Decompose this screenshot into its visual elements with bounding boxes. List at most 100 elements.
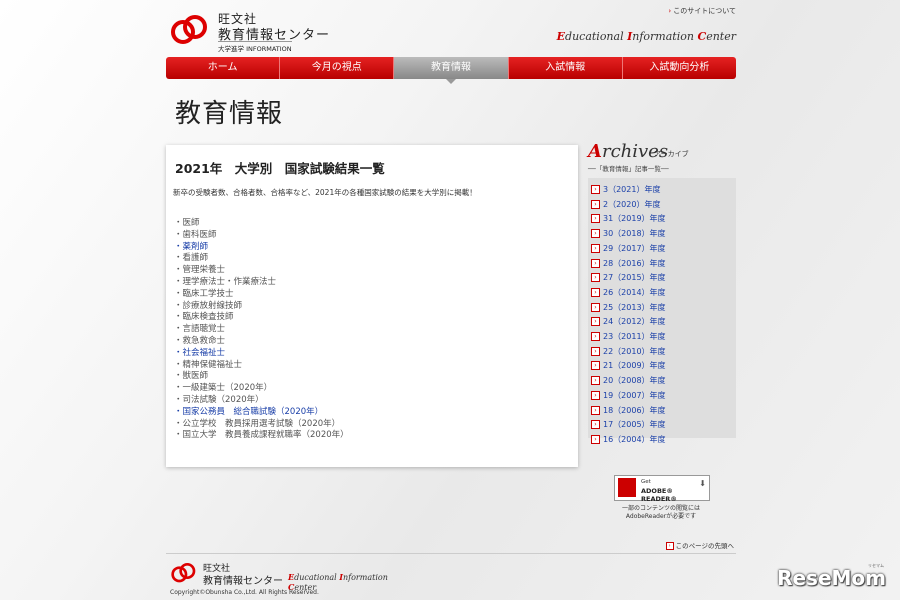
exam-list: ・医師 ・歯科医師 ・薬剤師 ・看護師 ・管理栄養士 ・理学療法士・作業療法士 ・臨床工学技… [174, 218, 349, 442]
exam-list-item: ・診療放射線技師 [174, 300, 243, 311]
footer-logo: 旺文社 教育情報センター Educational Information Cen… [170, 561, 410, 592]
archive-year-label: 24（2012）年度 [603, 317, 666, 327]
archive-year-label: 28（2016）年度 [603, 258, 666, 268]
arrow-right-icon: › [591, 185, 600, 194]
resemom-watermark: ReseMom [777, 566, 886, 590]
archive-year-label: 26（2014）年度 [603, 287, 666, 297]
archive-year-link[interactable]: › 17（2005）年度 [591, 418, 666, 433]
obunsha-logo[interactable]: 旺文社 教育情報センター 大学進学 INFORMATION [170, 10, 330, 53]
archive-year-link[interactable]: › 29（2017）年度 [591, 242, 666, 257]
arrow-right-icon: › [591, 229, 600, 239]
arrow-right-icon: › [591, 199, 600, 209]
archive-year-label: 29（2017）年度 [603, 243, 666, 253]
archive-year-link[interactable]: › 28（2016）年度 [591, 257, 666, 272]
exam-list-item: ・理学療法士・作業療法士 [174, 276, 277, 287]
archive-year-label: 27（2015）年度 [603, 273, 666, 283]
arrow-right-icon: › [591, 332, 600, 342]
article-description: 新卒の受験者数、合格者数、合格率など、2021年の各種国家試験の結果を大学別に掲… [173, 188, 477, 197]
archives-title-jp: アーカイブ [654, 150, 689, 158]
archive-year-link[interactable]: › 27（2015）年度 [591, 271, 666, 286]
archive-year-label: 21（2009）年度 [603, 361, 666, 371]
exam-list-item: ・獣医師 [174, 371, 209, 382]
exam-list-item[interactable]: ・薬剤師 [174, 242, 349, 254]
archive-year-label: 20（2008）年度 [603, 376, 666, 386]
arrow-right-icon: › [591, 405, 600, 415]
archive-year-link[interactable]: › 25（2013）年度 [591, 301, 666, 316]
page-title: 教育情報 [175, 99, 284, 129]
archive-year-label: 31（2019）年度 [603, 214, 666, 224]
arrow-right-icon: › [591, 302, 600, 312]
arrow-right-icon: › [591, 287, 600, 297]
footer-logo-text2: 教育情報センター [203, 576, 283, 587]
arrow-right-icon: › [591, 346, 600, 356]
archive-year-label: 3（2021）年度 [603, 185, 661, 194]
adobe-reader-label: ADOBE® READER® [641, 487, 677, 503]
arrow-right-icon: › [591, 273, 600, 283]
exam-list-item: ・臨床検査技師 [174, 312, 234, 323]
footer-divider [166, 553, 736, 554]
nav-monthly-view[interactable]: 今月の視点 [280, 57, 395, 79]
arrow-right-icon: › [591, 390, 600, 400]
archive-year-link[interactable]: › 20（2008）年度 [591, 374, 666, 389]
exam-list-item: ・国立大学 教員養成課程就職率（2020年） [174, 430, 349, 441]
exam-list-item[interactable]: ・国家公務員 総合職試験（2020年） [174, 407, 349, 419]
archive-year-link[interactable]: › 21（2009）年度 [591, 359, 666, 374]
exam-list-item: ・公立学校 教員採用選考試験（2020年） [174, 418, 341, 429]
archives-panel: › 3（2021）年度 › 2（2020）年度 › 31（2019）年度 › 30（2018）… [588, 178, 736, 444]
archive-year-link[interactable]: › 31（2019）年度 [591, 212, 666, 227]
adobe-reader-button[interactable]: Get ADOBE® READER® ⬇ [614, 475, 710, 503]
archive-year-label: 23（2011）年度 [603, 332, 666, 342]
nav-exam-info[interactable]: 入試情報 [509, 57, 623, 79]
about-site-label: このサイトについて [673, 7, 736, 15]
arrow-right-icon: › [591, 361, 600, 371]
exam-list-item: ・臨床工学技士 [174, 288, 234, 299]
arrow-right-icon: › [591, 258, 600, 268]
exam-list-item[interactable]: ・社会福祉士 [174, 348, 349, 360]
archive-year-link[interactable]: › 22（2010）年度 [591, 345, 666, 360]
adobe-get-label: Get [641, 479, 651, 485]
exam-list-item: ・精神保健福祉士 [174, 359, 243, 370]
adobe-icon [618, 478, 636, 497]
archives-list: › 3（2021）年度 › 2（2020）年度 › 31（2019）年度 › 30（2018）… [591, 183, 666, 448]
arrow-right-icon: › [591, 376, 600, 386]
copyright: Copyright©Obunsha Co.,Ltd. All Rights Re… [170, 589, 319, 596]
archive-year-link[interactable]: › 23（2011）年度 [591, 330, 666, 345]
download-icon: ⬇ [699, 479, 706, 488]
obunsha-logo-icon [171, 15, 207, 44]
archive-year-link[interactable]: › 19（2007）年度 [591, 389, 666, 404]
eic-wordmark: Educational Information Center [556, 30, 736, 43]
exam-list-item: ・救急救命士 [174, 335, 226, 346]
nav-education-info[interactable]: 教育情報 [394, 57, 509, 84]
archive-year-label: 18（2006）年度 [603, 405, 666, 415]
archive-year-label: 30（2018）年度 [603, 229, 666, 239]
archives-header: Archives アーカイブ ──「教育情報」記事一覧── [588, 141, 689, 173]
nav-home[interactable]: ホーム [166, 57, 281, 79]
archive-year-link[interactable]: › 30（2018）年度 [591, 227, 666, 242]
page-top-label: このページの先頭へ [675, 542, 734, 550]
archive-year-label: 22（2010）年度 [603, 346, 666, 356]
exam-list-item: ・司法試験（2020年） [174, 394, 264, 405]
arrow-right-icon: › [665, 542, 674, 550]
exam-list-item: ・看護師 [174, 253, 209, 264]
nav-exam-trend[interactable]: 入試動向分析 [623, 57, 736, 79]
exam-list-item: ・管理栄養士 [174, 265, 226, 276]
logo-text-info: 大学進学 INFORMATION [218, 41, 292, 53]
archive-year-link[interactable]: › 18（2006）年度 [591, 404, 666, 419]
exam-list-item: ・一級建築士（2020年） [174, 383, 273, 394]
footer-logo-icon [171, 563, 196, 583]
archive-year-link[interactable]: › 16（2004）年度 [591, 433, 666, 448]
archive-year-label: 25（2013）年度 [603, 302, 666, 312]
archive-year-label: 16（2004）年度 [603, 434, 666, 444]
archive-year-label: 17（2005）年度 [603, 420, 666, 430]
adobe-note-line2: AdobeReaderが必要です [625, 513, 697, 520]
archive-year-link[interactable]: › 2（2020）年度 [591, 198, 666, 213]
about-site-link[interactable]: › このサイトについて [668, 6, 736, 16]
archive-year-link[interactable]: › 24（2012）年度 [591, 315, 666, 330]
arrow-right-icon: › [591, 420, 600, 430]
arrow-right-icon: › [591, 214, 600, 224]
archive-year-link[interactable]: › 3（2021）年度 [591, 183, 666, 198]
archive-year-link[interactable]: › 26（2014）年度 [591, 286, 666, 301]
main-nav: ホーム 今月の視点 教育情報 入試情報 入試動向分析 [166, 57, 736, 84]
article-title: 2021年 大学別 国家試験結果一覧 [175, 161, 385, 176]
page-top-link[interactable]: › このページの先頭へ [665, 540, 734, 550]
